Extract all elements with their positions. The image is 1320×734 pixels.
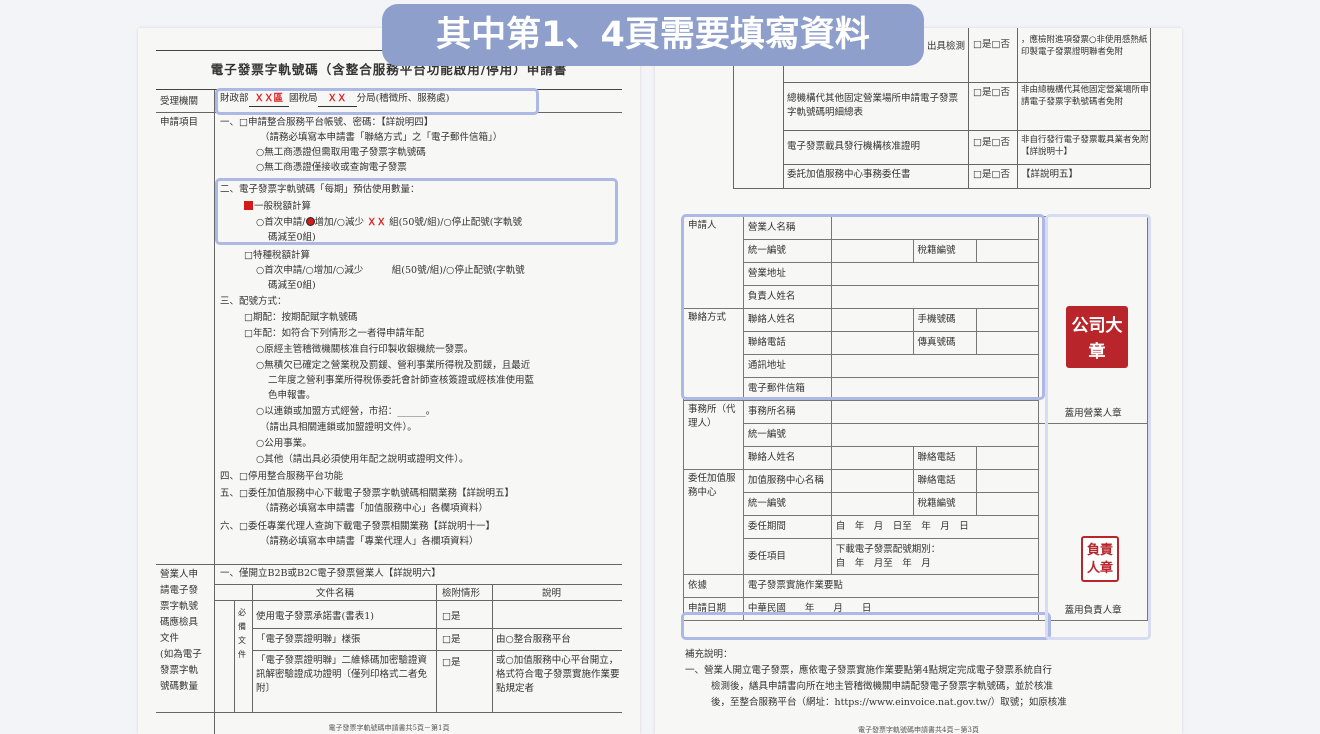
- page-footer: 電子發票字軌號碼申請書共4頁－第3頁: [858, 726, 979, 734]
- vas-name-input[interactable]: [830, 469, 914, 493]
- docs-side-label: 營業人申 請電子發 票字軌號 碼應檢具 文件 (如為電子 發票字軌 號碼數量: [160, 569, 202, 692]
- apply-label: 申請項目: [160, 117, 199, 128]
- attach-row-note: ，應檢附進項發票○非使用感熱紙印製電子發票證明聯者免附: [1021, 35, 1148, 58]
- period-input[interactable]: 自 年 月 日至 年 月 日: [830, 515, 1040, 539]
- notes-line: 一、營業人開立電子發票，應依電子發票實施作業要點第4點規定完成電子發票系統自行: [685, 665, 1053, 676]
- doc-row-check[interactable]: □是: [442, 656, 460, 670]
- page-footer: 電子發票字軌號碼申請書共5頁－第1頁: [328, 724, 450, 732]
- item3-line[interactable]: □年配：如符合下列情形之一者得申請年配: [244, 327, 424, 341]
- item3-line[interactable]: ○以連鎖或加盟方式經營，市招：______。: [256, 405, 435, 419]
- doc-row-check[interactable]: □是: [442, 633, 460, 647]
- item3-line[interactable]: □期配：按期配賦字軌號碼: [244, 311, 357, 325]
- field-label: 稅籍編號: [912, 492, 978, 516]
- attach-row-name: 委託加值服務中心事務委任書: [787, 169, 911, 180]
- item3-line[interactable]: ○無積欠已確定之營業稅及罰鍰、營利事業所得稅及罰鍰，且最近: [256, 359, 530, 373]
- attach-row-note: 非由總機構代其他固定營業場所申請電子發票字軌號碼者免附: [1021, 85, 1149, 108]
- attach-row-name: 總機構代其他固定營業場所申請電子發票字軌號碼明細總表: [787, 93, 959, 118]
- field-label: 聯絡人姓名: [742, 446, 832, 470]
- attach-row-note: 【詳說明五】: [1021, 169, 1079, 180]
- office-name-input[interactable]: [830, 400, 1040, 424]
- col-doc-name: 文件名稱: [316, 588, 355, 599]
- item6-line: （請務必填寫本申請書「專業代理人」各欄項資料）: [260, 536, 479, 547]
- special-tax-option[interactable]: □特種稅額計算: [244, 249, 310, 263]
- attach-row-name: 電子發票載具發行機構核准證明: [787, 141, 921, 152]
- agency-highlight: [215, 88, 539, 115]
- item3-line: （請出具相關連鎖或加盟證明文件）。: [260, 422, 417, 433]
- doc-row-note: 或○加值服務中心平台開立，格式符合電子發票實施作業要點規定者: [496, 655, 620, 694]
- attach-row-check[interactable]: □是□否: [973, 38, 1010, 52]
- item-input[interactable]: 下載電子發票配號期別： 自 年 月至 年 月: [830, 538, 1040, 575]
- field-label: 事務所名稱: [742, 400, 832, 424]
- field-label: 統一編號: [742, 492, 832, 516]
- item3-line: 二年度之營利事業所得稅係委託會計師查核簽證或經核准使用藍: [268, 375, 535, 386]
- office-label: 事務所（代理人）: [683, 400, 744, 470]
- vas-tax-input[interactable]: [976, 492, 1040, 516]
- field-label: 加值服務中心名稱: [742, 469, 832, 493]
- agency-label: 受理機關: [160, 96, 199, 107]
- field-label: 統一編號: [742, 423, 832, 447]
- doc-row-name: 「電子發票證明聯」樣張: [256, 634, 361, 645]
- office-id-input[interactable]: [830, 423, 1040, 447]
- page-banner: 其中第1、4頁需要填寫資料: [382, 4, 924, 66]
- item6-line[interactable]: 六、□委任專業代理人查詢下載電子發票相關業務【詳說明十一】: [220, 520, 495, 534]
- special-tax-quantity[interactable]: ○首次申請/○增加/○減少 組(50號/組)/○停止配號(字軌號: [256, 264, 525, 278]
- col-note: 說明: [542, 588, 562, 599]
- attach-row-check[interactable]: □是□否: [973, 168, 1010, 182]
- stamp-highlight: [1045, 214, 1151, 640]
- vas-id-input[interactable]: [830, 492, 914, 516]
- date-highlight: [681, 612, 1051, 640]
- doc-row-note: 由○整合服務平台: [496, 634, 571, 645]
- vas-phone-input[interactable]: [976, 469, 1040, 493]
- item1-line[interactable]: ○無工商憑證但需取用電子發票字軌號碼: [256, 146, 426, 160]
- item5-line[interactable]: 五、□委任加值服務中心下載電子發票字軌號碼相關業務【詳說明五】: [220, 487, 514, 501]
- vas-label: 委任加值服務中心: [683, 469, 744, 575]
- applicant-highlight: [681, 214, 1045, 400]
- field-label: 聯絡電話: [912, 446, 978, 470]
- doc-row-check[interactable]: □是: [442, 610, 460, 624]
- attach-row-note: 非自行發行電子發票載具業者免附【詳說明十】: [1021, 135, 1149, 158]
- item5-line: （請務必填寫本申請書「加值服務中心」各欄項資料）: [260, 503, 489, 514]
- basis-value: 電子發票實施作業要點: [742, 574, 1040, 598]
- special-tax-note: 碼減至0組): [268, 280, 316, 291]
- notes-line: 後，至整合服務平台（網址：https://www.einvoice.nat.go…: [711, 697, 1067, 708]
- item3-line: 色申報書。: [268, 390, 316, 401]
- doc-row-name: 使用電子發票承諾書(書表1): [256, 611, 374, 622]
- form-page-1: 電子發票字軌號碼（含整合服務平台功能啟用/停用）申請書 受理機關 財政部 ＸＸ區國…: [138, 28, 640, 734]
- b2b-line: 一、僅開立B2B或B2C電子發票營業人【詳說明六】: [220, 568, 441, 579]
- item3-line[interactable]: ○公用事業。: [256, 437, 312, 451]
- quantity-highlight: [215, 178, 618, 245]
- item3-line[interactable]: ○原經主管稽徵機關核准自行印製收銀機統一發票。: [256, 343, 473, 357]
- col-attached: 檢附情形: [442, 588, 481, 599]
- notes-line: 檢測後，繕具申請書向所在地主管稽徵機關申請配發電子發票字軌號碼，並於核准: [711, 681, 1054, 692]
- attach-row-check[interactable]: □是□否: [973, 86, 1010, 100]
- item1-line[interactable]: ○無工商憑證僅接收或查詢電子發票: [256, 161, 407, 175]
- item3-line[interactable]: ○其他（請出具必須使用年配之說明或證明文件）。: [256, 453, 469, 467]
- field-label: 聯絡電話: [912, 469, 978, 493]
- office-contact-input[interactable]: [830, 446, 914, 470]
- doc-row-name: 「電子發票證明聯」二維條碼加密驗證資訊解密驗證成功證明〔僅列印格式二者免附〕: [256, 655, 428, 694]
- item1-line: （請務必填寫本申請書「聯絡方式」之「電子郵件信箱」）: [260, 132, 503, 143]
- notes-line: 補充說明：: [685, 649, 733, 660]
- office-phone-input[interactable]: [976, 446, 1040, 470]
- attach-row-check[interactable]: □是□否: [973, 136, 1010, 150]
- item4-line[interactable]: 四、□停用整合服務平台功能: [220, 470, 343, 484]
- field-label: 委任項目: [742, 538, 832, 575]
- item3-line: 三、配號方式：: [220, 296, 287, 307]
- basis-label: 依據: [683, 574, 744, 598]
- required-docs-label: 必備文件: [238, 608, 246, 659]
- field-label: 委任期間: [742, 515, 832, 539]
- item1-line: 一、□申請整合服務平台帳號、密碼：【詳說明四】: [220, 117, 434, 128]
- attach-row-name: 出具檢測: [927, 41, 966, 52]
